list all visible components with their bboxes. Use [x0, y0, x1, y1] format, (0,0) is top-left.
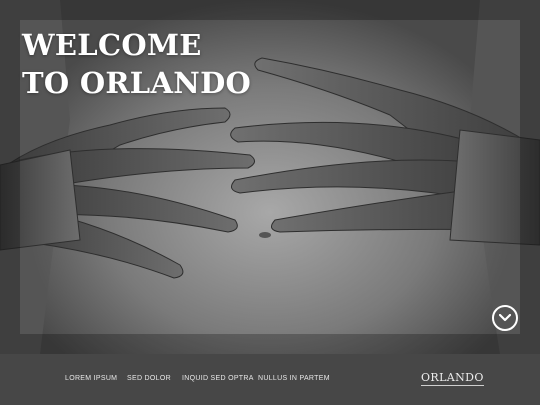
site-logo[interactable]: ORLANDO	[421, 372, 484, 386]
nav-item-sed-dolor[interactable]: SED DOLOR	[127, 375, 171, 382]
nav-item-inquid-sed-optra[interactable]: INQUID SED OPTRA	[182, 375, 254, 382]
scroll-down-button[interactable]	[492, 305, 518, 331]
hero-section: WELCOME TO ORLANDO	[0, 0, 540, 354]
nav-item-nullus-in-partem[interactable]: NULLUS IN PARTEM	[258, 375, 330, 382]
nav-item-lorem-ipsum[interactable]: LOREM IPSUM	[65, 375, 117, 382]
hero-title-line-2: TO ORLANDO	[22, 66, 252, 100]
chevron-down-icon	[499, 314, 511, 322]
hero-title: WELCOME TO ORLANDO	[22, 26, 251, 102]
bottom-navbar: LOREM IPSUM SED DOLOR INQUID SED OPTRA N…	[0, 354, 540, 405]
hero-title-line-1: WELCOME	[22, 28, 202, 62]
